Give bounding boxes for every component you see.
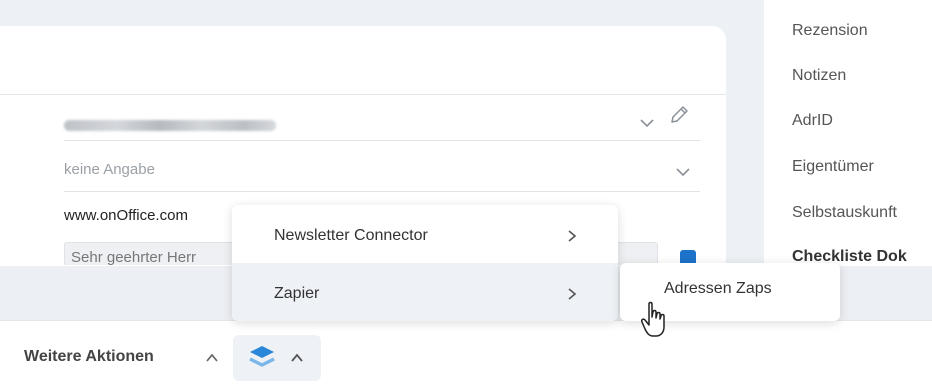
- zapier-stack-icon: [249, 346, 275, 367]
- submenu-item-adressen-zaps[interactable]: Adressen Zaps: [664, 280, 772, 298]
- sidebar-item-eigentuemer[interactable]: Eigentümer: [792, 158, 874, 176]
- card-divider: [0, 94, 726, 95]
- sidebar-item-notizen[interactable]: Notizen: [792, 67, 846, 85]
- salutation-type-value: keine Angabe: [64, 161, 155, 178]
- pencil-icon[interactable]: [668, 104, 690, 126]
- chevron-down-icon[interactable]: [674, 163, 692, 181]
- email-value-redacted: [64, 120, 276, 131]
- menu-item-newsletter-connector[interactable]: Newsletter Connector: [232, 205, 618, 263]
- hand-pointer-cursor: [641, 301, 665, 337]
- letter-salutation-value: Sehr geehrter Herr: [71, 249, 197, 265]
- chevron-right-icon: [568, 288, 577, 300]
- sidebar-item-adrid[interactable]: AdrID: [792, 112, 833, 130]
- sidebar-item-rezension[interactable]: Rezension: [792, 22, 868, 40]
- website-value: www.onOffice.com: [64, 207, 188, 224]
- menu-item-zapier[interactable]: Zapier: [232, 263, 618, 321]
- more-actions-button[interactable]: Weitere Aktionen: [24, 348, 154, 366]
- chevron-right-icon: [568, 230, 577, 242]
- chevron-up-icon[interactable]: [205, 351, 219, 365]
- menu-item-label: Newsletter Connector: [274, 227, 428, 244]
- context-menu: Newsletter Connector Zapier: [232, 205, 618, 321]
- chevron-up-icon[interactable]: [290, 351, 304, 365]
- salutation-type-select[interactable]: keine Angabe: [64, 151, 700, 192]
- menu-item-label: Zapier: [274, 285, 320, 302]
- chevron-down-icon[interactable]: [638, 114, 656, 132]
- sidebar-item-selbstauskunft[interactable]: Selbstauskunft: [792, 204, 897, 222]
- checkbox[interactable]: [680, 250, 696, 264]
- email-field[interactable]: [64, 100, 700, 141]
